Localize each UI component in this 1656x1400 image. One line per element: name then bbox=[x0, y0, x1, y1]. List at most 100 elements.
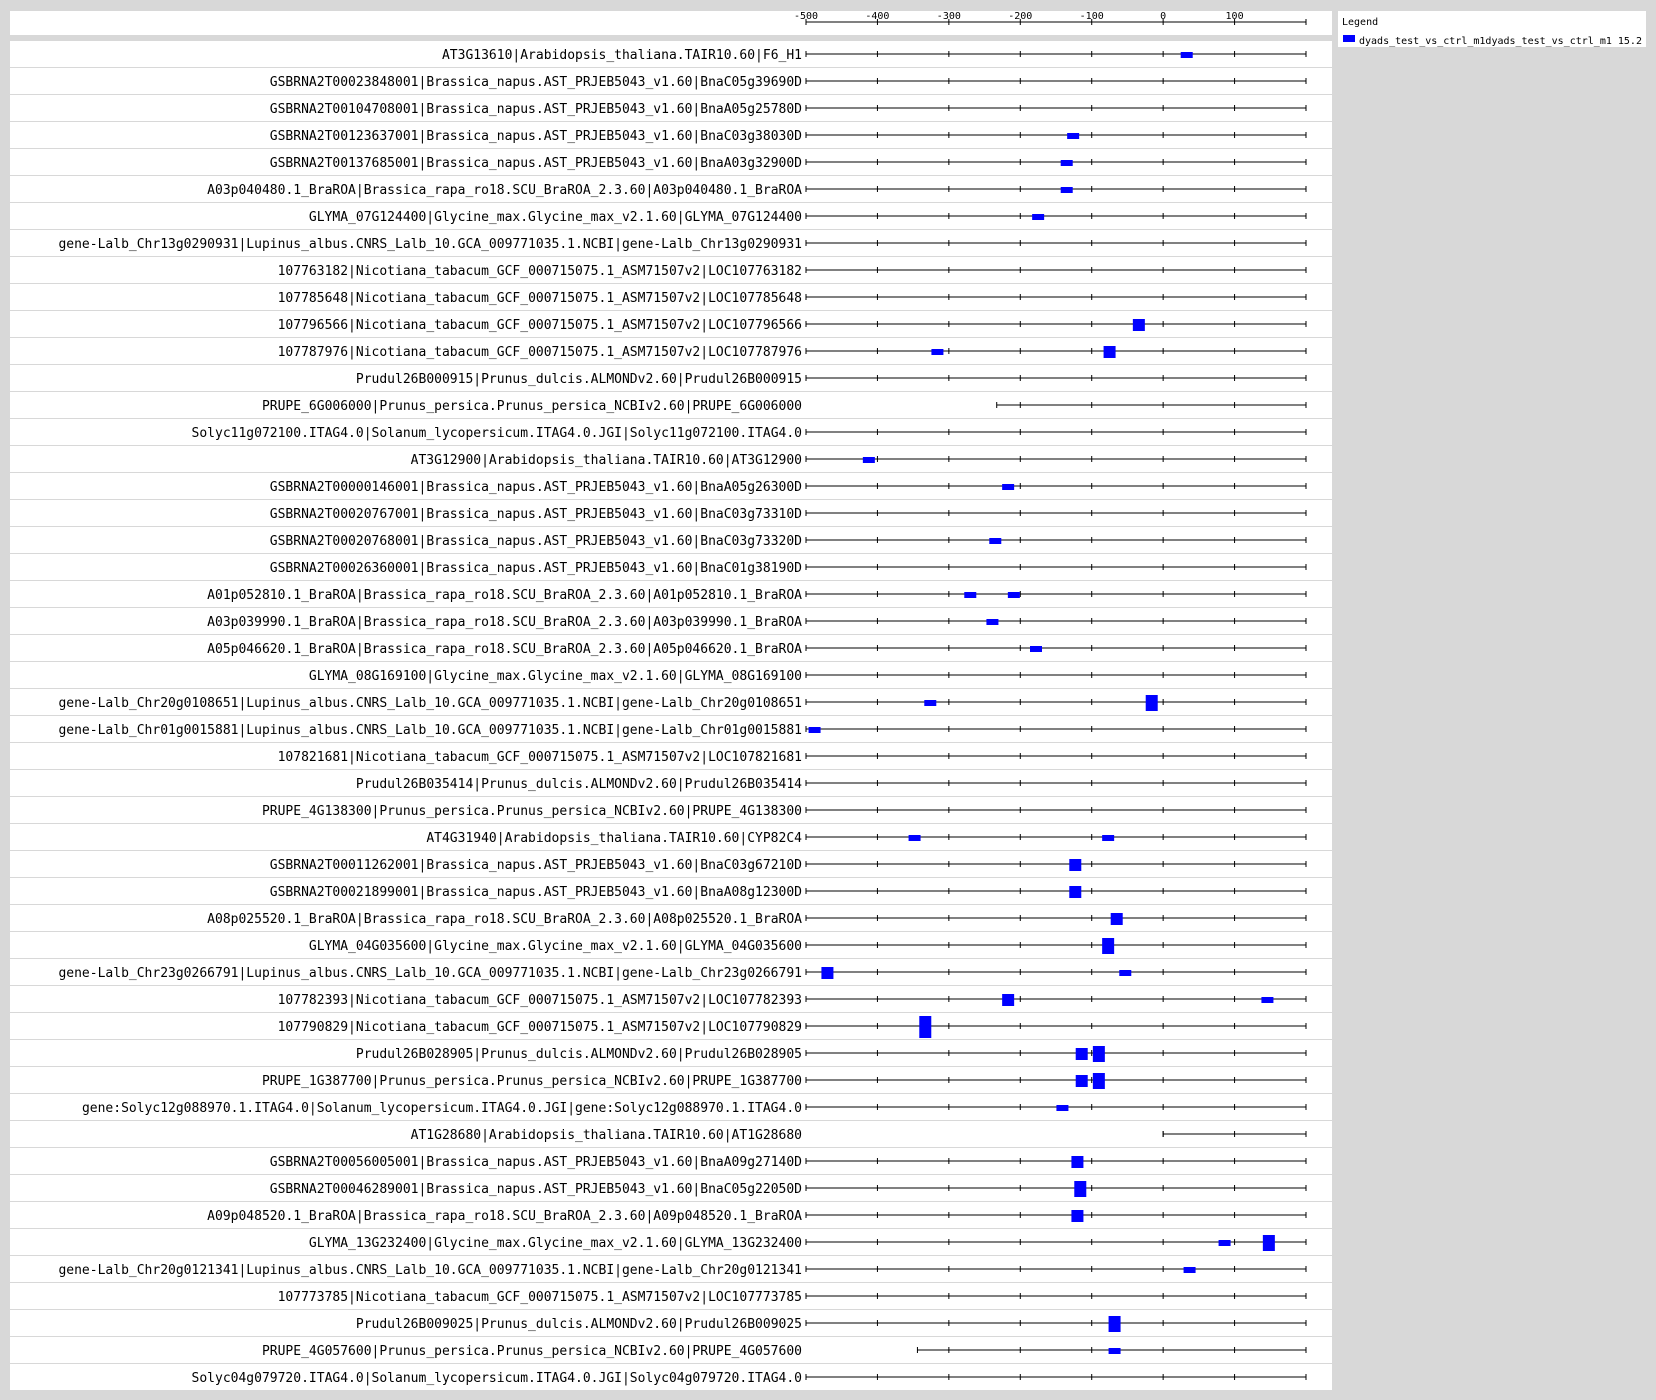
track-row-label: gene-Lalb_Chr01g0015881|Lupinus_albus.CN… bbox=[58, 723, 802, 738]
feature-track-chart: -500 -400 -300 -200 -100 0 100 AT3G13610|Arabi… bbox=[10, 11, 1646, 1390]
motif-mark bbox=[1067, 133, 1080, 139]
track-row-label: 107790829|Nicotiana_tabacum_GCF_00071507… bbox=[278, 1020, 802, 1035]
motif-mark bbox=[931, 349, 944, 355]
x-tick-label: -300 bbox=[937, 11, 961, 22]
track-row-label: Prudul26B000915|Prunus_dulcis.ALMONDv2.6… bbox=[356, 372, 802, 387]
track-row-label: Prudul26B035414|Prunus_dulcis.ALMONDv2.6… bbox=[356, 777, 802, 792]
track-row-label: GSBRNA2T00137685001|Brassica_napus.AST_P… bbox=[270, 156, 802, 171]
track-row-label: 107773785|Nicotiana_tabacum_GCF_00071507… bbox=[278, 1290, 802, 1305]
motif-mark bbox=[1060, 160, 1073, 166]
track-row-label: GSBRNA2T00020768001|Brassica_napus.AST_P… bbox=[270, 534, 802, 549]
track-row-label: Prudul26B028905|Prunus_dulcis.ALMONDv2.6… bbox=[356, 1047, 802, 1062]
motif-mark bbox=[1007, 592, 1020, 598]
legend: Legend dyads_test_vs_ctrl_m1dyads_test_v… bbox=[1338, 11, 1646, 47]
track-row-label: GSBRNA2T00026360001|Brassica_napus.AST_P… bbox=[270, 561, 802, 576]
track-row-label: A09p048520.1_BraROA|Brassica_rapa_ro18.S… bbox=[207, 1209, 802, 1224]
motif-mark bbox=[1103, 346, 1116, 358]
motif-mark bbox=[1262, 1235, 1275, 1251]
track-row-label: AT3G12900|Arabidopsis_thaliana.TAIR10.60… bbox=[411, 453, 802, 468]
track-row-label: GSBRNA2T00123637001|Brassica_napus.AST_P… bbox=[270, 129, 802, 144]
motif-mark bbox=[1261, 997, 1274, 1003]
track-row-label: A08p025520.1_BraROA|Brassica_rapa_ro18.S… bbox=[207, 912, 802, 927]
track-row-label: 107787976|Nicotiana_tabacum_GCF_00071507… bbox=[278, 345, 802, 360]
track-row-label: gene:Solyc12g088970.1.ITAG4.0|Solanum_ly… bbox=[82, 1101, 802, 1116]
motif-mark bbox=[1092, 1073, 1105, 1089]
legend-title: Legend bbox=[1342, 17, 1378, 28]
track-row-label: 107821681|Nicotiana_tabacum_GCF_00071507… bbox=[278, 750, 802, 765]
motif-mark bbox=[1002, 994, 1015, 1006]
track-row-label: PRUPE_4G138300|Prunus_persica.Prunus_per… bbox=[262, 804, 802, 819]
track-row-label: gene-Lalb_Chr20g0121341|Lupinus_albus.CN… bbox=[58, 1263, 802, 1278]
motif-mark bbox=[1145, 695, 1158, 711]
motif-mark bbox=[1075, 1048, 1088, 1060]
track-row-label: A05p046620.1_BraROA|Brassica_rapa_ro18.S… bbox=[207, 642, 802, 657]
motif-mark bbox=[1069, 859, 1082, 871]
motif-mark bbox=[1119, 970, 1132, 976]
motif-mark bbox=[1002, 484, 1015, 490]
motif-mark bbox=[1032, 214, 1045, 220]
track-row-label: A01p052810.1_BraROA|Brassica_rapa_ro18.S… bbox=[207, 588, 802, 603]
track-row-label: GSBRNA2T00000146001|Brassica_napus.AST_P… bbox=[270, 480, 802, 495]
track-row-label: GLYMA_08G169100|Glycine_max.Glycine_max_… bbox=[309, 669, 802, 684]
motif-mark bbox=[919, 1016, 932, 1038]
motif-mark bbox=[1071, 1156, 1084, 1168]
motif-mark bbox=[862, 457, 875, 463]
track-row-label: PRUPE_6G006000|Prunus_persica.Prunus_per… bbox=[262, 399, 802, 414]
motif-mark bbox=[1060, 187, 1073, 193]
track-row-label: AT3G13610|Arabidopsis_thaliana.TAIR10.60… bbox=[442, 48, 802, 63]
track-row-label: GSBRNA2T00011262001|Brassica_napus.AST_P… bbox=[270, 858, 802, 873]
track-rows: AT3G13610|Arabidopsis_thaliana.TAIR10.60… bbox=[10, 41, 1332, 1390]
track-row-label: Solyc11g072100.ITAG4.0|Solanum_lycopersi… bbox=[192, 426, 802, 441]
x-tick-label: -400 bbox=[865, 11, 889, 22]
track-row-label: GSBRNA2T00104708001|Brassica_napus.AST_P… bbox=[270, 102, 802, 117]
track-row-label: Prudul26B009025|Prunus_dulcis.ALMONDv2.6… bbox=[356, 1317, 802, 1332]
motif-mark bbox=[1102, 835, 1115, 841]
motif-mark bbox=[924, 700, 937, 706]
track-row-label: GSBRNA2T00056005001|Brassica_napus.AST_P… bbox=[270, 1155, 802, 1170]
track-row-label: GLYMA_04G035600|Glycine_max.Glycine_max_… bbox=[309, 939, 802, 954]
motif-mark bbox=[1102, 938, 1115, 954]
motif-mark bbox=[964, 592, 977, 598]
axis-panel bbox=[10, 11, 1332, 35]
motif-mark bbox=[1030, 646, 1042, 652]
track-row-label: 107782393|Nicotiana_tabacum_GCF_00071507… bbox=[278, 993, 802, 1008]
track-row-label: A03p040480.1_BraROA|Brassica_rapa_ro18.S… bbox=[207, 183, 802, 198]
motif-mark bbox=[1180, 52, 1193, 58]
motif-mark bbox=[1056, 1105, 1069, 1111]
track-row-label: 107785648|Nicotiana_tabacum_GCF_00071507… bbox=[278, 291, 802, 306]
motif-mark bbox=[1069, 886, 1082, 898]
motif-mark bbox=[1092, 1046, 1105, 1062]
track-row-label: gene-Lalb_Chr13g0290931|Lupinus_albus.CN… bbox=[58, 237, 802, 252]
motif-mark bbox=[1110, 913, 1123, 925]
track-row-label: 107763182|Nicotiana_tabacum_GCF_00071507… bbox=[278, 264, 802, 279]
motif-mark bbox=[908, 835, 921, 841]
track-row-label: gene-Lalb_Chr20g0108651|Lupinus_albus.CN… bbox=[58, 696, 802, 711]
motif-mark bbox=[1108, 1316, 1121, 1332]
track-row-label: gene-Lalb_Chr23g0266791|Lupinus_albus.CN… bbox=[58, 966, 802, 981]
x-tick-label: -200 bbox=[1008, 11, 1032, 22]
track-row-label: Solyc04g079720.ITAG4.0|Solanum_lycopersi… bbox=[192, 1371, 802, 1386]
motif-mark bbox=[989, 538, 1002, 544]
motif-mark bbox=[986, 619, 999, 625]
track-row-label: GLYMA_13G232400|Glycine_max.Glycine_max_… bbox=[309, 1236, 802, 1251]
track-row-label: AT1G28680|Arabidopsis_thaliana.TAIR10.60… bbox=[411, 1128, 802, 1143]
track-row-label: AT4G31940|Arabidopsis_thaliana.TAIR10.60… bbox=[426, 831, 802, 846]
track-row-label: PRUPE_4G057600|Prunus_persica.Prunus_per… bbox=[262, 1344, 802, 1359]
motif-mark bbox=[1074, 1181, 1087, 1197]
track-row-label: GSBRNA2T00046289001|Brassica_napus.AST_P… bbox=[270, 1182, 802, 1197]
motif-mark bbox=[1132, 319, 1145, 331]
track-row-label: GLYMA_07G124400|Glycine_max.Glycine_max_… bbox=[309, 210, 802, 225]
legend-swatch bbox=[1343, 35, 1355, 42]
x-tick-label: -500 bbox=[794, 11, 818, 22]
motif-mark bbox=[821, 967, 834, 979]
track-row-label: A03p039990.1_BraROA|Brassica_rapa_ro18.S… bbox=[207, 615, 802, 630]
motif-mark bbox=[1075, 1075, 1088, 1087]
track-row-label: GSBRNA2T00023848001|Brassica_napus.AST_P… bbox=[270, 75, 802, 90]
track-row-label: PRUPE_1G387700|Prunus_persica.Prunus_per… bbox=[262, 1074, 802, 1089]
motif-mark bbox=[1183, 1267, 1196, 1273]
motif-mark bbox=[1218, 1240, 1231, 1246]
track-row-label: GSBRNA2T00021899001|Brassica_napus.AST_P… bbox=[270, 885, 802, 900]
track-row-label: 107796566|Nicotiana_tabacum_GCF_00071507… bbox=[278, 318, 802, 333]
x-tick-label: -100 bbox=[1080, 11, 1104, 22]
track-row-label: GSBRNA2T00020767001|Brassica_napus.AST_P… bbox=[270, 507, 802, 522]
